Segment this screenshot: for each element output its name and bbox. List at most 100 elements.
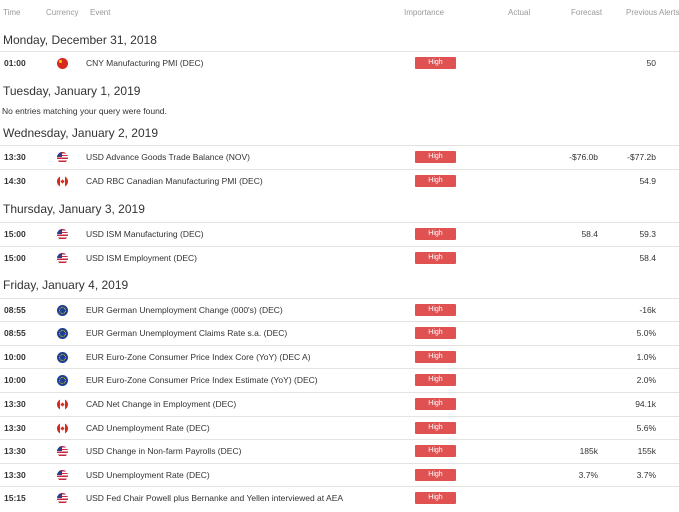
eu-flag-icon — [57, 305, 68, 316]
us-flag-icon — [57, 229, 68, 240]
us-flag-icon — [57, 152, 68, 163]
col-currency: Currency — [46, 8, 79, 17]
table-row[interactable]: 08:55 EUR German Unemployment Change (00… — [0, 298, 679, 322]
forecast-value: 3.7% — [578, 470, 598, 480]
importance-badge: High — [415, 175, 456, 187]
ca-flag-icon — [57, 176, 68, 187]
previous-value: 155k — [637, 446, 656, 456]
previous-value: 1.0% — [636, 352, 656, 362]
col-time: Time — [3, 8, 21, 17]
table-row[interactable]: 15:15 USD Fed Chair Powell plus Bernanke… — [0, 486, 679, 510]
event-name[interactable]: EUR Euro-Zone Consumer Price Index Core … — [86, 352, 311, 362]
event-time: 15:00 — [4, 229, 26, 239]
previous-value: -$77.2b — [627, 152, 656, 162]
event-time: 08:55 — [4, 305, 26, 315]
us-flag-icon — [57, 253, 68, 264]
event-time: 10:00 — [4, 375, 26, 385]
importance-badge: High — [415, 351, 456, 363]
importance-badge: High — [415, 228, 456, 240]
event-name[interactable]: USD ISM Manufacturing (DEC) — [86, 229, 204, 239]
table-row[interactable]: 10:00 EUR Euro-Zone Consumer Price Index… — [0, 368, 679, 392]
event-time: 13:30 — [4, 399, 26, 409]
cn-flag-icon — [57, 58, 68, 69]
empty-note: No entries matching your query were foun… — [2, 106, 167, 116]
event-name[interactable]: EUR German Unemployment Change (000's) (… — [86, 305, 283, 315]
importance-badge: High — [415, 327, 456, 339]
previous-value: 50 — [646, 58, 656, 68]
day-title: Wednesday, January 2, 2019 — [3, 126, 158, 140]
ca-flag-icon — [57, 423, 68, 434]
event-name[interactable]: USD Fed Chair Powell plus Bernanke and Y… — [86, 493, 343, 503]
event-time: 10:00 — [4, 352, 26, 362]
ca-flag-icon — [57, 399, 68, 410]
importance-badge: High — [415, 252, 456, 264]
day-title: Tuesday, January 1, 2019 — [3, 84, 141, 98]
previous-value: 59.3 — [639, 229, 656, 239]
importance-badge: High — [415, 151, 456, 163]
eu-flag-icon — [57, 375, 68, 386]
event-time: 15:00 — [4, 253, 26, 263]
event-name[interactable]: USD Unemployment Rate (DEC) — [86, 470, 210, 480]
eu-flag-icon — [57, 352, 68, 363]
event-name[interactable]: CAD Net Change in Employment (DEC) — [86, 399, 236, 409]
previous-value: -16k — [639, 305, 656, 315]
table-row[interactable]: 01:00 CNY Manufacturing PMI (DEC) High 5… — [0, 51, 679, 75]
col-forecast: Forecast — [571, 8, 603, 17]
previous-value: 94.1k — [635, 399, 656, 409]
day-title: Thursday, January 3, 2019 — [3, 202, 145, 216]
event-time: 01:00 — [4, 58, 26, 68]
previous-value: 5.0% — [636, 328, 656, 338]
us-flag-icon — [57, 446, 68, 457]
col-alerts: Alerts — [659, 8, 679, 17]
previous-value: 2.0% — [636, 375, 656, 385]
event-name[interactable]: CAD Unemployment Rate (DEC) — [86, 423, 210, 433]
previous-value: 3.7% — [636, 470, 656, 480]
col-previous: Previous — [626, 8, 658, 17]
importance-badge: High — [415, 492, 456, 504]
table-row[interactable]: 13:30 USD Advance Goods Trade Balance (N… — [0, 145, 679, 169]
table-row[interactable]: 13:30 USD Change in Non-farm Payrolls (D… — [0, 439, 679, 463]
importance-badge: High — [415, 57, 456, 69]
previous-value: 5.6% — [636, 423, 656, 433]
event-name[interactable]: USD Change in Non-farm Payrolls (DEC) — [86, 446, 241, 456]
col-actual: Actual — [508, 8, 531, 17]
previous-value: 54.9 — [639, 176, 656, 186]
event-time: 15:15 — [4, 493, 26, 503]
table-row[interactable]: 14:30 CAD RBC Canadian Manufacturing PMI… — [0, 169, 679, 193]
event-time: 13:30 — [4, 423, 26, 433]
importance-badge: High — [415, 469, 456, 481]
table-row[interactable]: 10:00 EUR Euro-Zone Consumer Price Index… — [0, 345, 679, 369]
us-flag-icon — [57, 470, 68, 481]
forecast-value: -$76.0b — [569, 152, 598, 162]
table-row[interactable]: 13:30 CAD Net Change in Employment (DEC)… — [0, 392, 679, 416]
event-name[interactable]: CNY Manufacturing PMI (DEC) — [86, 58, 203, 68]
event-time: 13:30 — [4, 470, 26, 480]
event-name[interactable]: EUR German Unemployment Claims Rate s.a.… — [86, 328, 287, 338]
importance-badge: High — [415, 398, 456, 410]
col-importance: Importance — [404, 8, 445, 17]
table-row[interactable]: 15:00 USD ISM Manufacturing (DEC) High 5… — [0, 222, 679, 246]
importance-badge: High — [415, 304, 456, 316]
event-name[interactable]: EUR Euro-Zone Consumer Price Index Estim… — [86, 375, 318, 385]
us-flag-icon — [57, 493, 68, 504]
table-row[interactable]: 15:00 USD ISM Employment (DEC) High 58.4 — [0, 246, 679, 270]
table-row[interactable]: 13:30 USD Unemployment Rate (DEC) High 3… — [0, 463, 679, 487]
eu-flag-icon — [57, 328, 68, 339]
event-time: 13:30 — [4, 152, 26, 162]
event-time: 13:30 — [4, 446, 26, 456]
event-name[interactable]: USD ISM Employment (DEC) — [86, 253, 197, 263]
forecast-value: 185k — [579, 446, 598, 456]
day-title: Friday, January 4, 2019 — [3, 278, 129, 292]
previous-value: 58.4 — [639, 253, 656, 263]
col-event: Event — [90, 8, 111, 17]
table-row[interactable]: 08:55 EUR German Unemployment Claims Rat… — [0, 321, 679, 345]
importance-badge: High — [415, 445, 456, 457]
event-name[interactable]: USD Advance Goods Trade Balance (NOV) — [86, 152, 250, 162]
event-name[interactable]: CAD RBC Canadian Manufacturing PMI (DEC) — [86, 176, 263, 186]
table-row[interactable]: 13:30 CAD Unemployment Rate (DEC) High 5… — [0, 416, 679, 440]
day-title: Monday, December 31, 2018 — [3, 33, 157, 47]
importance-badge: High — [415, 422, 456, 434]
event-time: 08:55 — [4, 328, 26, 338]
forecast-value: 58.4 — [581, 229, 598, 239]
importance-badge: High — [415, 374, 456, 386]
